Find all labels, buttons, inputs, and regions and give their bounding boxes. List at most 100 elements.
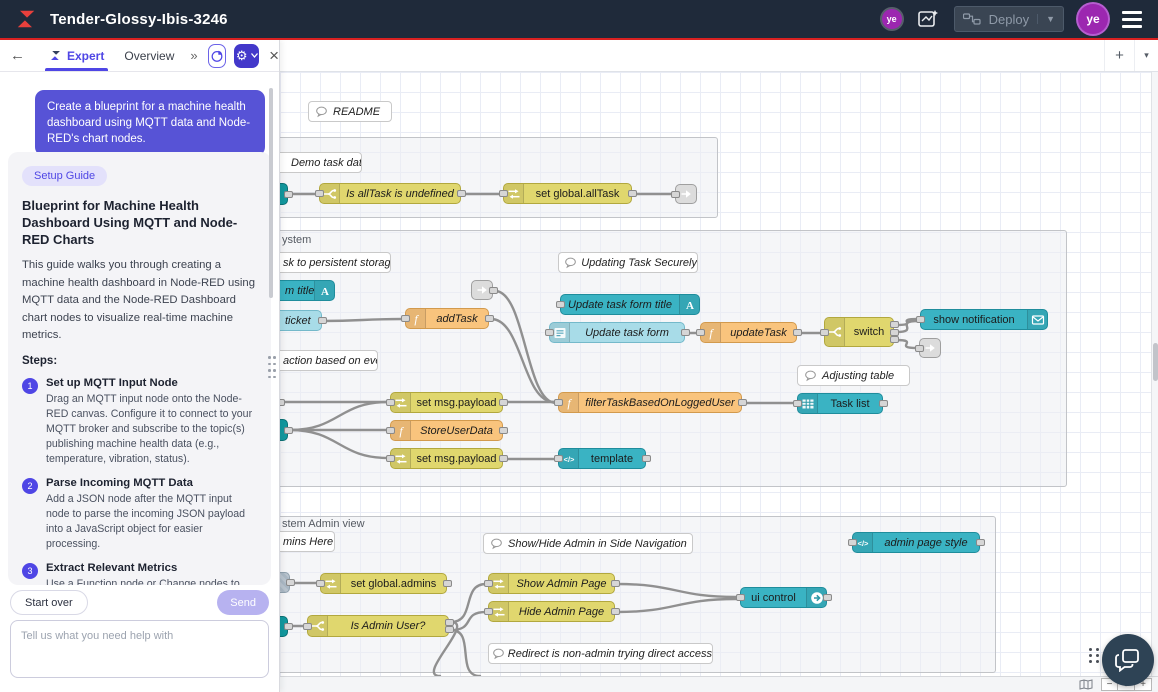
port[interactable] (499, 190, 508, 197)
flow-node-ticket[interactable]: ticket (280, 310, 322, 331)
port[interactable] (318, 317, 327, 324)
assistant-input[interactable] (10, 620, 269, 678)
comment-node[interactable]: Updating Task Securely (558, 252, 698, 273)
port[interactable] (286, 579, 295, 586)
port[interactable] (445, 619, 454, 626)
port[interactable] (890, 336, 899, 343)
flow-node-link[interactable] (675, 184, 697, 204)
port[interactable] (545, 329, 554, 336)
port[interactable] (484, 608, 493, 615)
mini-avatar[interactable]: ye (882, 9, 902, 29)
port[interactable] (499, 427, 508, 434)
port[interactable] (916, 316, 925, 323)
port[interactable] (793, 329, 802, 336)
flow-list-dropdown[interactable]: ▾ (1134, 40, 1158, 71)
port[interactable] (280, 399, 285, 406)
main-menu-icon[interactable] (1122, 11, 1142, 28)
port[interactable] (848, 539, 857, 546)
vscrollbar-thumb[interactable] (1153, 343, 1158, 381)
port[interactable] (284, 191, 293, 198)
port[interactable] (738, 399, 747, 406)
flow-node-set-msg-payload[interactable]: set msg.payload (390, 392, 503, 413)
port[interactable] (823, 594, 832, 601)
port[interactable] (386, 427, 395, 434)
comment-node[interactable]: action based on event (280, 350, 378, 371)
flow-node-ui-control[interactable]: ui control (740, 587, 827, 608)
close-panel-icon[interactable]: × (269, 46, 279, 66)
flow-node-link[interactable] (919, 338, 941, 358)
deploy-button[interactable]: Deploy ▼ (954, 6, 1064, 32)
port[interactable] (681, 329, 690, 336)
start-over-button[interactable]: Start over (10, 590, 88, 615)
flow-group[interactable] (280, 137, 718, 218)
minimap-toggle-icon[interactable] (1076, 678, 1096, 691)
port[interactable] (671, 191, 680, 198)
canvas-vscrollbar[interactable] (1151, 72, 1158, 676)
flow-node-is-admin-user[interactable]: Is Admin User? (307, 615, 449, 637)
flow-node-stubgrid[interactable] (280, 572, 290, 593)
port[interactable] (489, 287, 498, 294)
port[interactable] (457, 190, 466, 197)
flow-node-addtask[interactable]: faddTask (405, 308, 489, 329)
port[interactable] (696, 329, 705, 336)
port[interactable] (890, 321, 899, 328)
port[interactable] (554, 399, 563, 406)
flow-node-admin-page-style[interactable]: </>admin page style (852, 532, 980, 553)
port[interactable] (879, 400, 888, 407)
assistant-chat-button[interactable] (1102, 634, 1154, 686)
port[interactable] (793, 400, 802, 407)
port[interactable] (554, 455, 563, 462)
tab-expert[interactable]: Expert (41, 40, 112, 71)
port[interactable] (556, 301, 565, 308)
port[interactable] (642, 455, 651, 462)
flow-node-switch[interactable]: switch (824, 317, 894, 347)
comment-node[interactable]: README (308, 101, 392, 122)
port[interactable] (499, 455, 508, 462)
ai-flow-icon[interactable] (916, 7, 940, 31)
port[interactable] (820, 329, 829, 336)
send-button[interactable]: Send (217, 590, 269, 615)
settings-dropdown-button[interactable]: ⚙ (234, 44, 259, 68)
port[interactable] (284, 623, 293, 630)
flow-node-update-task-form[interactable]: Update task form (549, 322, 685, 343)
comment-node[interactable]: Demo task data (280, 152, 362, 173)
insights-button[interactable] (208, 44, 227, 68)
comment-node[interactable]: Adjusting table (797, 365, 910, 386)
panel-scrollbar-thumb[interactable] (269, 88, 273, 298)
panel-resize-grip[interactable] (268, 356, 277, 380)
flow-node-stubteal[interactable] (280, 183, 288, 205)
add-flow-button[interactable]: + (1104, 40, 1134, 71)
port[interactable] (485, 315, 494, 322)
port[interactable] (499, 399, 508, 406)
flow-node-task-list[interactable]: Task list (797, 393, 883, 414)
flow-node-set-global-admins[interactable]: set global.admins (320, 573, 447, 594)
tab-overview[interactable]: Overview (116, 40, 182, 71)
flow-canvas[interactable]: ystemstem Admin viewREADMEDemo task data… (280, 72, 1151, 676)
flow-node-hide-admin-page[interactable]: Hide Admin Page (488, 601, 615, 622)
port[interactable] (303, 623, 312, 630)
flow-node-storeuserdata[interactable]: fStoreUserData (390, 420, 503, 441)
port[interactable] (976, 539, 985, 546)
port[interactable] (611, 580, 620, 587)
flow-node-template[interactable]: </>template (558, 448, 646, 469)
port[interactable] (611, 608, 620, 615)
flow-node-set-global-alltask[interactable]: set global.allTask (503, 183, 632, 204)
port[interactable] (284, 427, 293, 434)
port[interactable] (316, 580, 325, 587)
comment-node[interactable]: sk to persistent storage (280, 252, 391, 273)
port[interactable] (890, 329, 899, 336)
port[interactable] (443, 580, 452, 587)
flow-node-update-task-form-title[interactable]: Update task form titleA (560, 294, 700, 315)
flow-node-link[interactable] (471, 280, 493, 300)
comment-node[interactable]: mins Here (280, 531, 335, 552)
flow-node-updatetask[interactable]: fupdateTask (700, 322, 797, 343)
more-tabs-icon[interactable]: » (190, 48, 197, 63)
comment-node[interactable]: Show/Hide Admin in Side Navigation (483, 533, 693, 554)
port[interactable] (736, 594, 745, 601)
flow-node-show-notification[interactable]: show notification (920, 309, 1048, 330)
flow-node-filtertaskbasedonloggeduser[interactable]: ffilterTaskBasedOnLoggedUser (558, 392, 742, 413)
flow-node-show-admin-page[interactable]: Show Admin Page (488, 573, 615, 594)
port[interactable] (628, 190, 637, 197)
port[interactable] (386, 399, 395, 406)
user-avatar[interactable]: ye (1078, 4, 1108, 34)
